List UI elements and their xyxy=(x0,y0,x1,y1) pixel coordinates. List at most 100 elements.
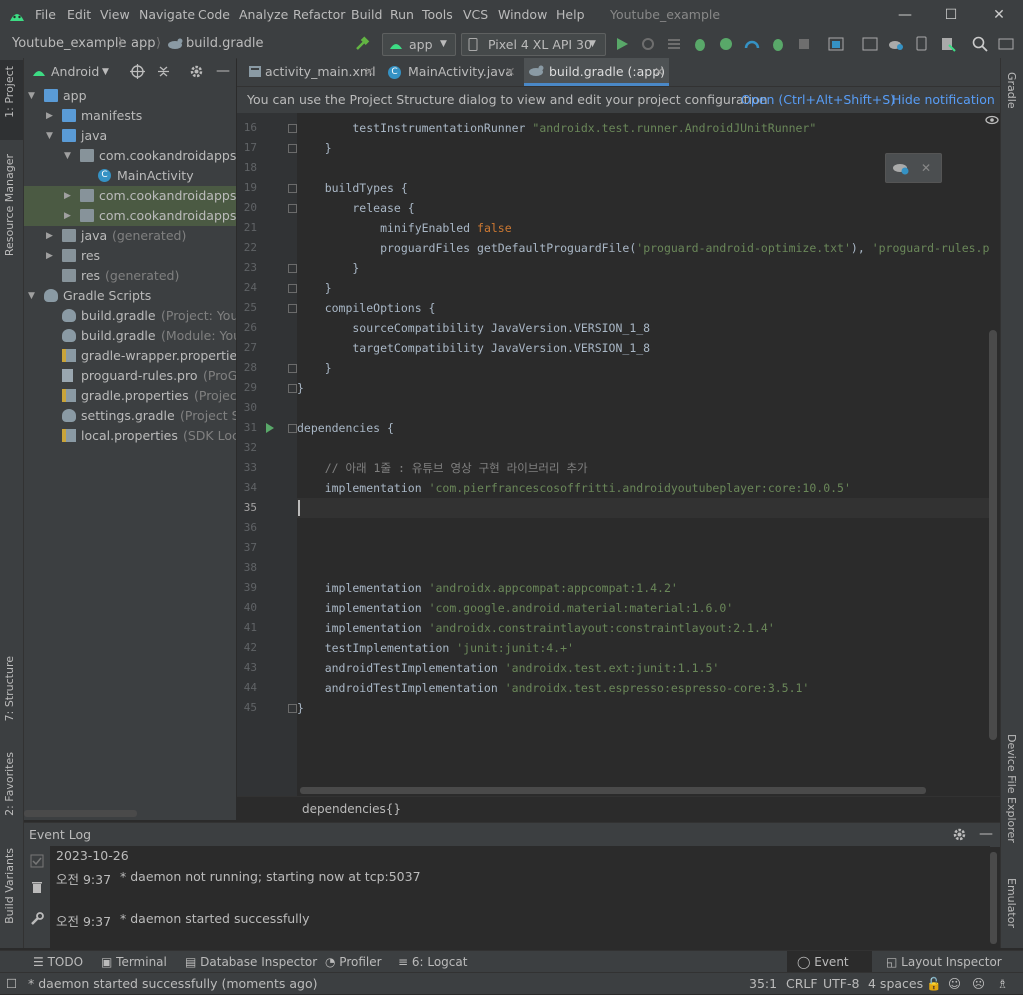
chevron-down-icon[interactable]: ▼ xyxy=(102,58,109,86)
tool-tab-build-variants[interactable]: Build Variants xyxy=(3,848,16,924)
gradle-sync-icon[interactable] xyxy=(888,36,904,52)
fold-marker-icon[interactable] xyxy=(288,284,297,293)
code-line[interactable]: } xyxy=(297,278,332,298)
tree-item[interactable]: gradle-wrapper.properties(Gr xyxy=(24,346,236,366)
collapse-all-icon[interactable] xyxy=(156,64,171,79)
sync-project-icon[interactable] xyxy=(862,36,878,52)
code-line[interactable]: compileOptions { xyxy=(297,298,436,318)
tree-item[interactable]: ▼ app xyxy=(24,86,236,106)
expand-down-icon[interactable]: ▼ xyxy=(28,286,38,306)
code-line[interactable]: } xyxy=(297,138,332,158)
code-line[interactable]: implementation 'androidx.constraintlayou… xyxy=(297,618,775,638)
project-structure-icon[interactable] xyxy=(828,36,844,52)
lock-icon[interactable]: 🔓 xyxy=(926,973,942,994)
sdk-manager-icon[interactable] xyxy=(940,36,956,52)
tree-item[interactable]: res (generated) xyxy=(24,266,236,286)
tab-activity-main-xml[interactable]: activity_main.xml ✕ xyxy=(245,58,377,86)
fold-marker-icon[interactable] xyxy=(288,364,297,373)
gear-icon[interactable] xyxy=(952,827,967,842)
code-line[interactable]: } xyxy=(297,258,359,278)
tool-tab-todo[interactable]: ☰ TODO xyxy=(33,951,83,973)
expand-right-icon[interactable]: ▶ xyxy=(64,186,74,206)
apply-code-changes-icon[interactable] xyxy=(666,36,682,52)
fold-marker-icon[interactable] xyxy=(288,184,297,193)
editor-vertical-scrollbar[interactable] xyxy=(989,330,997,740)
locate-target-icon[interactable] xyxy=(130,64,145,79)
gear-icon[interactable] xyxy=(189,64,204,79)
tree-item[interactable]: build.gradle (Module: Youtub xyxy=(24,326,236,346)
close-tab-icon[interactable]: ✕ xyxy=(364,58,374,86)
tool-tab-favorites[interactable]: 2: Favorites xyxy=(3,752,16,816)
fold-marker-icon[interactable] xyxy=(288,384,297,393)
menu-refactor[interactable]: Refactor xyxy=(293,0,345,30)
notifications-icon[interactable]: ♗ xyxy=(997,973,1008,994)
editor-horizontal-scrollbar[interactable] xyxy=(300,787,926,794)
breadcrumb-file[interactable]: build.gradle xyxy=(186,30,264,58)
menu-view[interactable]: View xyxy=(100,0,130,30)
tool-tab-emulator[interactable]: Emulator xyxy=(1005,878,1018,928)
tool-tab-database-inspector[interactable]: ▤ Database Inspector xyxy=(185,951,317,973)
menu-run[interactable]: Run xyxy=(390,0,414,30)
tool-tab-gradle[interactable]: Gradle xyxy=(1005,72,1018,109)
frown-icon[interactable]: ☹ xyxy=(972,973,985,994)
toggle-tool-windows-icon[interactable]: ☐ xyxy=(6,973,17,994)
menu-edit[interactable]: Edit xyxy=(67,0,91,30)
code-line[interactable]: release { xyxy=(297,198,414,218)
tree-item[interactable]: ▶ com.cookandroidappstud xyxy=(24,206,236,226)
tree-item[interactable]: C MainActivity xyxy=(24,166,236,186)
minimize-button[interactable]: — xyxy=(882,0,928,30)
fold-marker-icon[interactable] xyxy=(288,304,297,313)
open-project-structure-link[interactable]: Open (Ctrl+Alt+Shift+S) xyxy=(741,87,895,113)
code-line[interactable]: androidTestImplementation 'androidx.test… xyxy=(297,658,720,678)
tool-tab-logcat[interactable]: ≡ 6: Logcat xyxy=(398,951,467,973)
tree-item[interactable]: ▶ res xyxy=(24,246,236,266)
expand-right-icon[interactable]: ▶ xyxy=(64,206,74,226)
close-window-button[interactable]: ✕ xyxy=(976,0,1022,30)
code-line[interactable]: implementation 'androidx.appcompat:appco… xyxy=(297,578,678,598)
tree-item[interactable]: build.gradle (Project: Youtub xyxy=(24,306,236,326)
tree-item[interactable]: ▼ Gradle Scripts xyxy=(24,286,236,306)
breadcrumb-project[interactable]: Youtube_example xyxy=(12,30,126,58)
smile-icon[interactable]: ☺ xyxy=(948,973,961,994)
line-separator[interactable]: CRLF xyxy=(786,973,818,994)
code-line[interactable]: dependencies { xyxy=(297,418,394,438)
mark-read-icon[interactable] xyxy=(30,854,44,868)
code-line[interactable]: testImplementation 'junit:junit:4.+' xyxy=(297,638,574,658)
tree-item[interactable]: proguard-rules.pro (ProGuard xyxy=(24,366,236,386)
tool-tab-device-file-explorer[interactable]: Device File Explorer xyxy=(1005,734,1018,843)
expand-right-icon[interactable]: ▶ xyxy=(46,246,56,266)
indent-setting[interactable]: 4 spaces xyxy=(868,973,923,994)
tree-item[interactable]: ▶ java (generated) xyxy=(24,226,236,246)
tree-item[interactable]: ▼ com.cookandroidappstud xyxy=(24,146,236,166)
fold-marker-icon[interactable] xyxy=(288,124,297,133)
gradle-sync-icon[interactable] xyxy=(892,160,910,175)
tool-tab-profiler[interactable]: ◔ Profiler xyxy=(325,951,382,973)
code-line[interactable]: proguardFiles getDefaultProguardFile('pr… xyxy=(297,238,989,258)
code-line[interactable]: } xyxy=(297,358,332,378)
code-line[interactable]: testInstrumentationRunner "androidx.test… xyxy=(297,118,816,138)
hide-panel-icon[interactable]: — xyxy=(216,58,230,84)
fold-marker-icon[interactable] xyxy=(288,144,297,153)
close-tab-icon[interactable]: ✕ xyxy=(654,58,664,86)
close-popup-icon[interactable]: ✕ xyxy=(921,154,931,182)
profile-icon[interactable] xyxy=(744,36,760,52)
stop-icon[interactable] xyxy=(796,36,812,52)
fold-marker-icon[interactable] xyxy=(288,204,297,213)
expand-down-icon[interactable]: ▼ xyxy=(28,86,38,106)
coverage-icon[interactable] xyxy=(718,36,734,52)
tree-item[interactable]: ▼ java xyxy=(24,126,236,146)
tree-item[interactable]: gradle.properties (Project Pro xyxy=(24,386,236,406)
attach-debugger-icon[interactable] xyxy=(770,36,786,52)
event-log-body[interactable]: 2023-10-26 오전 9:37 * daemon not running;… xyxy=(50,846,990,948)
tab-mainactivity-java[interactable]: C MainActivity.java ✕ xyxy=(385,58,517,86)
status-message[interactable]: * daemon started successfully (moments a… xyxy=(28,973,317,994)
menu-tools[interactable]: Tools xyxy=(422,0,453,30)
breadcrumb-module[interactable]: app xyxy=(131,30,155,58)
expand-right-icon[interactable]: ▶ xyxy=(46,106,56,126)
code-line[interactable]: } xyxy=(297,698,304,718)
hide-panel-icon[interactable]: — xyxy=(979,823,993,845)
eye-icon[interactable] xyxy=(985,115,999,125)
wrench-icon[interactable] xyxy=(30,912,44,926)
tool-tab-layout-inspector[interactable]: ◱ Layout Inspector xyxy=(886,951,1002,973)
settings-sync-icon[interactable] xyxy=(998,36,1014,52)
